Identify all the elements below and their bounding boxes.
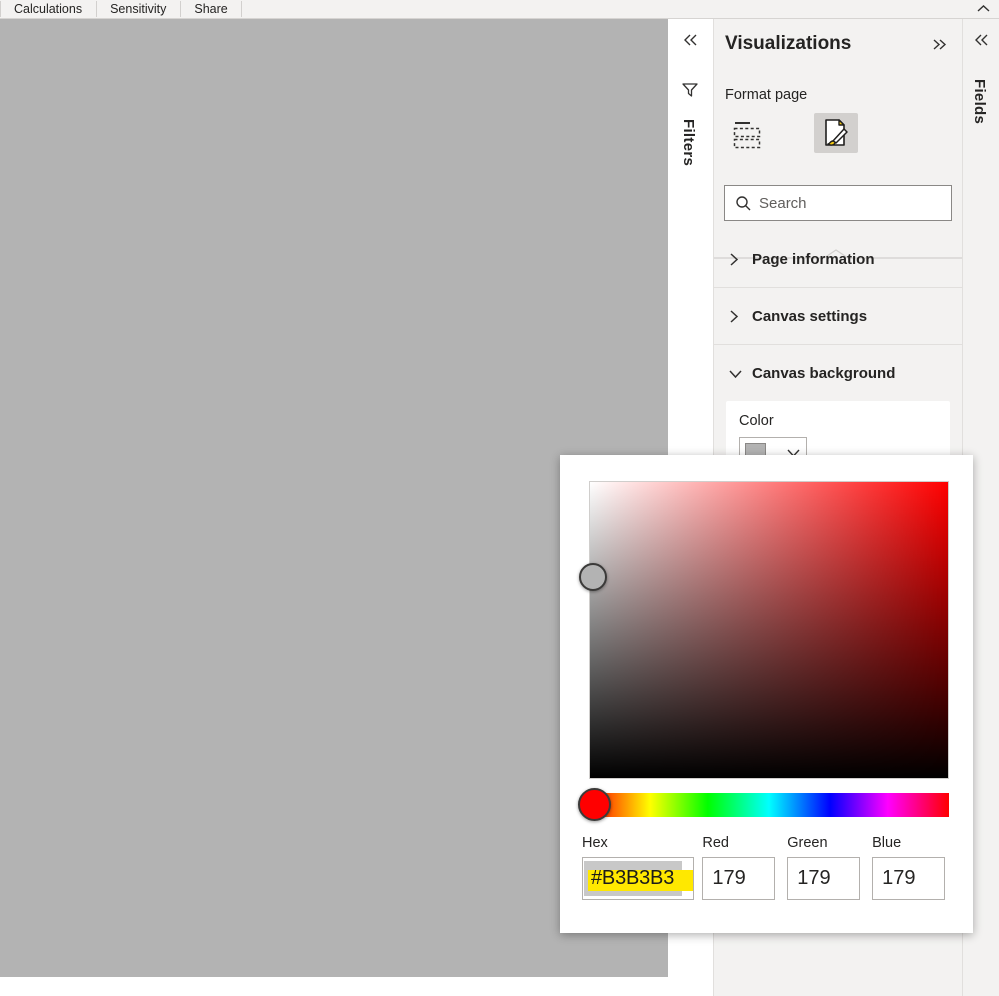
- paintbrush-page-icon: [820, 118, 852, 149]
- section-header-canvas-settings[interactable]: Canvas settings: [714, 288, 962, 344]
- ribbon-group-label: Calculations: [14, 2, 83, 16]
- tab-build-visual[interactable]: [725, 115, 769, 155]
- red-field-group: Red: [702, 835, 787, 900]
- section-title: Canvas settings: [752, 307, 868, 325]
- red-label: Red: [702, 835, 729, 851]
- saturation-value-gradient[interactable]: [579, 481, 949, 779]
- ribbon-group-share[interactable]: Share: [180, 0, 243, 18]
- chevron-double-right-icon[interactable]: [927, 38, 951, 51]
- hex-input[interactable]: [582, 857, 694, 900]
- chevron-down-icon: [728, 367, 750, 380]
- chevron-double-left-icon[interactable]: [963, 33, 999, 50]
- sv-darkness-layer: [590, 482, 948, 778]
- hex-input-wrap: #B3B3B3: [582, 857, 694, 900]
- hex-label: Hex: [582, 835, 608, 851]
- fields-placeholder-icon: [731, 120, 763, 150]
- chevron-right-icon: [728, 252, 750, 267]
- green-field-group: Green: [787, 835, 872, 900]
- hue-slider-thumb[interactable]: [578, 788, 611, 821]
- color-picker-dialog: Hex #B3B3B3 Red Green Blue: [560, 455, 973, 933]
- hue-slider-track[interactable]: [578, 788, 949, 821]
- red-input[interactable]: [702, 857, 776, 900]
- filters-label-wrap: Filters: [680, 119, 697, 209]
- green-label: Green: [787, 835, 828, 851]
- blue-field-group: Blue: [872, 835, 957, 900]
- chevron-double-left-icon[interactable]: [668, 33, 713, 50]
- ribbon-group-label: Share: [194, 2, 228, 16]
- power-bi-report-window: Calculations Sensitivity Share Filters V…: [0, 0, 999, 996]
- sv-picker-thumb[interactable]: [579, 563, 607, 591]
- hex-field-group: Hex #B3B3B3: [582, 835, 702, 900]
- section-header-canvas-background[interactable]: Canvas background: [714, 345, 962, 401]
- color-value-inputs: Hex #B3B3B3 Red Green Blue: [582, 835, 957, 900]
- fields-label-wrap: Fields: [971, 79, 988, 169]
- search-icon: [735, 195, 757, 212]
- ribbon-group-label: Sensitivity: [110, 2, 167, 16]
- blue-label: Blue: [872, 835, 902, 851]
- format-page-subtitle: Format page: [725, 87, 808, 103]
- fields-pane-label: Fields: [971, 79, 988, 125]
- green-input[interactable]: [787, 857, 861, 900]
- search-input[interactable]: [759, 194, 939, 212]
- ribbon-group-calculations[interactable]: Calculations: [0, 0, 96, 18]
- section-header-page-information[interactable]: Page information: [714, 231, 962, 287]
- filters-pane-label: Filters: [680, 119, 697, 167]
- ribbon-bar: Calculations Sensitivity Share: [0, 0, 999, 19]
- canvas-bottom-strip: [0, 977, 668, 996]
- section-title: Page information: [752, 250, 875, 268]
- blue-input[interactable]: [872, 857, 946, 900]
- color-field-label: Color: [739, 413, 774, 429]
- ribbon-group-sensitivity[interactable]: Sensitivity: [96, 0, 180, 18]
- section-page-information: Page information: [714, 231, 962, 288]
- section-canvas-settings: Canvas settings: [714, 288, 962, 345]
- chevron-up-icon[interactable]: [972, 0, 994, 17]
- section-title: Canvas background: [752, 364, 896, 382]
- filter-funnel-icon[interactable]: [668, 81, 713, 99]
- search-input-container[interactable]: [724, 185, 952, 221]
- visualizations-header: Visualizations: [714, 27, 962, 61]
- tab-format-visual[interactable]: [814, 113, 858, 153]
- chevron-right-icon: [728, 309, 750, 324]
- visualizations-tab-strip: [714, 112, 962, 259]
- page-title: Visualizations: [725, 33, 852, 54]
- ribbon-group-list: Calculations Sensitivity Share: [0, 0, 243, 18]
